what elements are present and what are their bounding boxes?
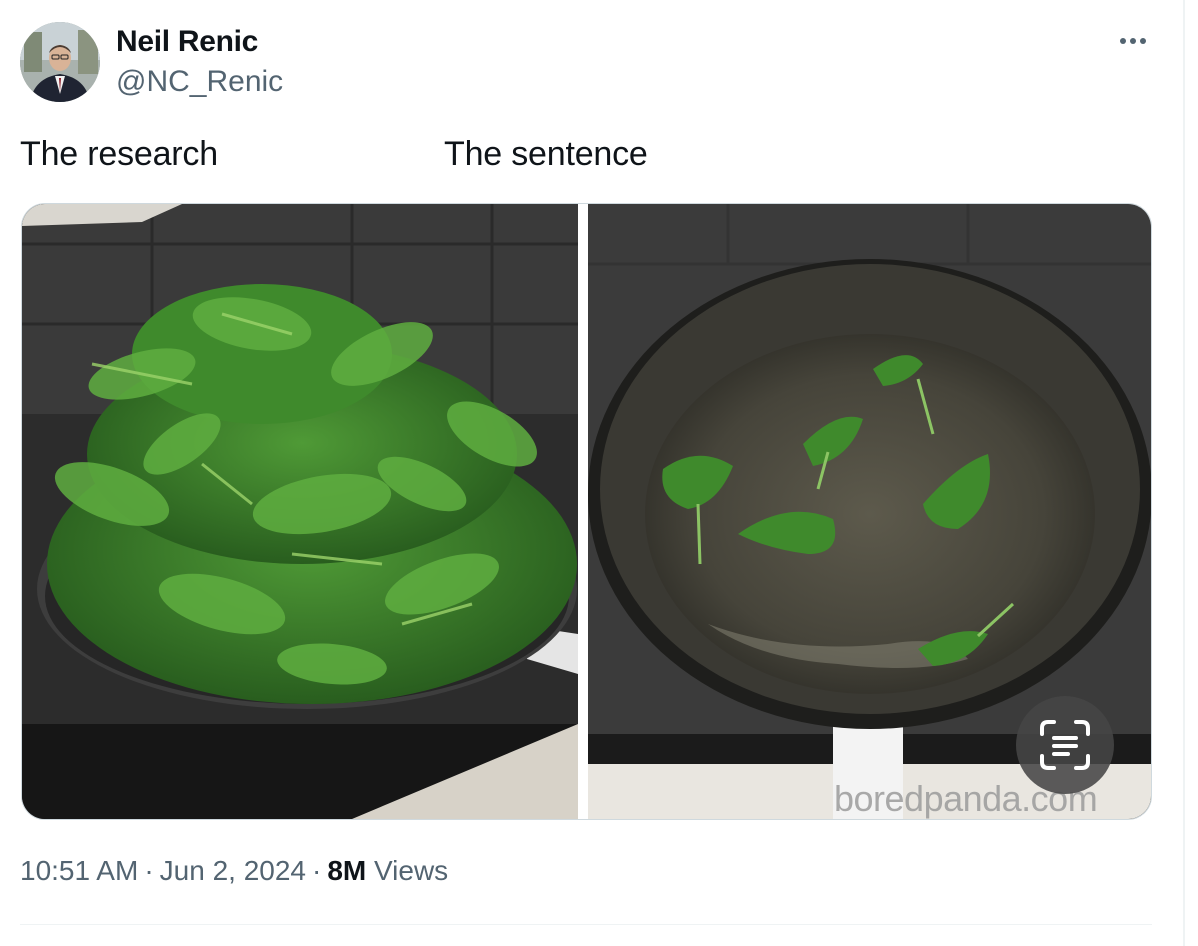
views-count: 8M: [327, 855, 367, 886]
tweet: Neil Renic @NC_Renic The research The se…: [0, 0, 1183, 946]
tweet-media[interactable]: boredpanda.com: [21, 203, 1152, 820]
divider: [20, 924, 1152, 925]
tweet-text-caption-right: The sentence: [444, 135, 648, 173]
tweet-date[interactable]: Jun 2, 2024: [160, 855, 306, 886]
meta-separator: ·: [144, 855, 154, 886]
author-name[interactable]: Neil Renic: [116, 25, 258, 59]
author-handle[interactable]: @NC_Renic: [116, 65, 283, 99]
text-recognition-icon[interactable]: [1016, 696, 1114, 794]
views-label: Views: [374, 855, 449, 886]
photo-raw-spinach[interactable]: [22, 204, 578, 819]
avatar-image: [20, 22, 100, 102]
tweet-text-caption-left: The research: [20, 135, 218, 173]
avatar[interactable]: [20, 22, 100, 102]
tweet-time[interactable]: 10:51 AM: [20, 855, 138, 886]
tweet-meta: 10:51 AM · Jun 2, 2024 · 8M Views: [20, 855, 448, 887]
timeline-right-border: [1183, 0, 1185, 946]
more-options-icon[interactable]: [1110, 26, 1156, 56]
meta-separator: ·: [311, 855, 322, 886]
